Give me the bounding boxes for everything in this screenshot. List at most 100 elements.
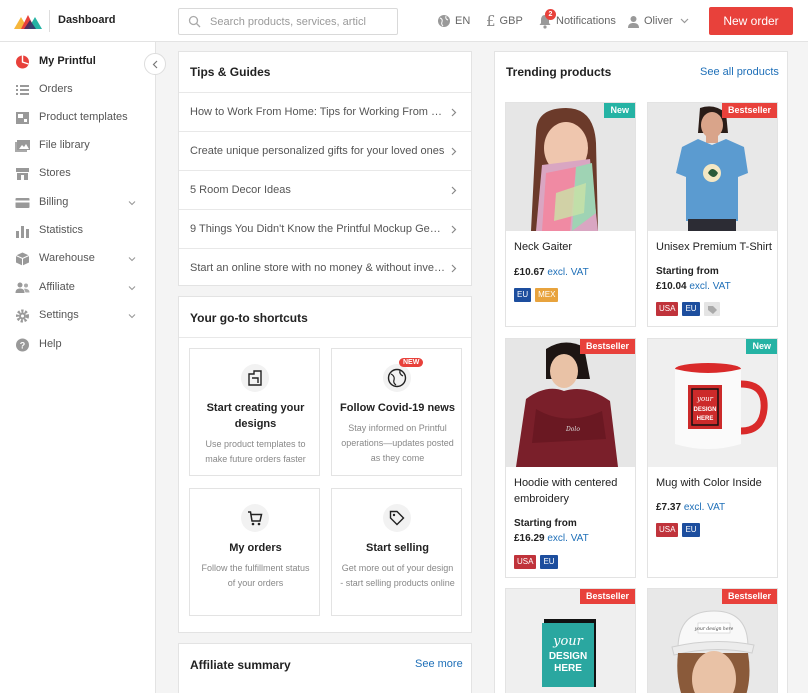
divider xyxy=(179,337,471,338)
region-chips: USA EU xyxy=(514,555,558,569)
tip-item-label: Start an online store with no money & wi… xyxy=(190,262,445,274)
tip-item[interactable]: 5 Room Decor Ideas xyxy=(179,170,471,209)
logo-divider xyxy=(49,10,50,32)
region-chip: EU xyxy=(514,288,532,302)
vat-label: excl. VAT xyxy=(547,533,589,544)
notifications-button[interactable]: 2 Notifications xyxy=(538,8,616,29)
sidebar-item-label: Stores xyxy=(39,167,71,179)
see-all-products-link[interactable]: See all products xyxy=(700,66,779,78)
top-bar: Dashboard EN £ GBP 2 Notifications xyxy=(0,0,808,42)
sidebar-item-label: Orders xyxy=(39,83,73,95)
chevron-down-icon xyxy=(128,201,136,206)
store-icon xyxy=(16,168,29,180)
sidebar-item-help[interactable]: ? Help xyxy=(0,331,155,359)
search-input[interactable] xyxy=(210,13,390,30)
sidebar-item-settings[interactable]: Settings xyxy=(0,302,155,330)
tip-item[interactable]: 9 Things You Didn't Know the Printful Mo… xyxy=(179,209,471,248)
chevron-down-icon xyxy=(128,257,136,262)
product-card[interactable]: Dolo Bestseller Hoodie with centered emb… xyxy=(505,338,636,578)
new-order-button[interactable]: New order xyxy=(709,7,793,35)
sidebar-item-label: Product templates xyxy=(39,111,128,123)
tag-icon xyxy=(703,302,720,316)
globe-icon xyxy=(438,15,450,27)
printful-logo-icon[interactable] xyxy=(14,13,42,29)
chevron-down-icon xyxy=(128,286,136,291)
trending-products-title: Trending products xyxy=(506,65,612,79)
shortcut-title: Start creating your designs xyxy=(206,402,305,430)
product-price: £16.29 excl. VAT xyxy=(514,533,589,544)
product-card[interactable]: your DESIGN HERE Bestseller xyxy=(505,588,636,693)
sidebar-item-stores[interactable]: Stores xyxy=(0,160,155,188)
product-name: Neck Gaiter xyxy=(514,241,573,253)
currency-selector[interactable]: £ GBP xyxy=(486,12,523,30)
tip-item[interactable]: Start an online store with no money & wi… xyxy=(179,248,471,287)
sidebar-item-billing[interactable]: Billing xyxy=(0,189,155,217)
product-image: Dolo Bestseller xyxy=(506,339,635,467)
svg-text:DESIGN: DESIGN xyxy=(693,407,716,413)
help-icon: ? xyxy=(16,338,29,352)
sidebar-item-label: Statistics xyxy=(39,224,84,236)
cart-icon xyxy=(241,504,269,532)
shortcut-start-selling[interactable]: Start selling Get more out of your desig… xyxy=(331,488,462,616)
chevron-right-icon xyxy=(451,147,457,156)
shortcuts-title: Your go-to shortcuts xyxy=(190,311,308,325)
tip-item-label: How to Work From Home: Tips for Working … xyxy=(190,106,445,118)
region-chip: USA xyxy=(656,302,679,316)
chevron-left-icon xyxy=(152,60,157,68)
sidebar-item-orders[interactable]: Orders xyxy=(0,76,155,104)
chevron-right-icon xyxy=(451,264,457,273)
globe-icon xyxy=(383,364,411,392)
shortcut-start-creating[interactable]: Start creating your designs Use product … xyxy=(189,348,320,476)
product-image: your DESIGN HERE Bestseller xyxy=(506,589,635,693)
chevron-right-icon xyxy=(451,186,457,195)
region-chips: EU MEX xyxy=(514,288,559,302)
user-menu[interactable]: Oliver xyxy=(627,13,689,29)
product-name: Hoodie with centered embroidery xyxy=(514,477,618,505)
region-chips: USA EU xyxy=(656,302,720,316)
tip-item[interactable]: Create unique personalized gifts for you… xyxy=(179,131,471,170)
shortcut-desc: Use product templates to make future ord… xyxy=(205,439,306,464)
product-image: your design here Bestseller xyxy=(648,589,777,693)
product-card[interactable]: Bestseller Unisex Premium T-Shirt Starti… xyxy=(647,102,778,327)
product-price: £10.67 excl. VAT xyxy=(514,267,589,278)
language-label: EN xyxy=(455,15,471,27)
notification-count-badge: 2 xyxy=(545,8,556,20)
affiliate-summary-card: Affiliate summary See more xyxy=(178,643,472,693)
sidebar-collapse-button[interactable] xyxy=(144,53,166,75)
product-card[interactable]: your design here Bestseller xyxy=(647,588,778,693)
svg-text:Dolo: Dolo xyxy=(565,426,580,433)
bar-chart-icon xyxy=(16,226,29,238)
svg-text:your: your xyxy=(696,395,714,403)
currency-label: GBP xyxy=(499,15,523,27)
new-tag: New xyxy=(746,339,777,354)
svg-text:DESIGN: DESIGN xyxy=(549,651,587,662)
region-chip: USA xyxy=(514,555,537,569)
shortcut-covid-news[interactable]: NEW Follow Covid-19 news Stay informed o… xyxy=(331,348,462,476)
shortcut-title: Start selling xyxy=(366,542,429,554)
page-title: Dashboard xyxy=(58,14,116,26)
bestseller-tag: Bestseller xyxy=(721,589,777,604)
chevron-right-icon xyxy=(451,225,457,234)
product-card[interactable]: New Neck Gaiter £10.67 excl. VAT EU MEX xyxy=(505,102,636,327)
sidebar-item-statistics[interactable]: Statistics xyxy=(0,217,155,245)
shortcut-my-orders[interactable]: My orders Follow the fulfillment status … xyxy=(189,488,320,616)
tip-item-label: 5 Room Decor Ideas xyxy=(190,184,291,196)
sidebar-item-product-templates[interactable]: Product templates xyxy=(0,104,155,132)
sidebar-item-affiliate[interactable]: Affiliate xyxy=(0,274,155,302)
product-name: Unisex Premium T-Shirt xyxy=(656,241,772,253)
product-card[interactable]: your DESIGN HERE New Mug with Color Insi… xyxy=(647,338,778,578)
tip-item[interactable]: How to Work From Home: Tips for Working … xyxy=(179,92,471,131)
language-selector[interactable]: EN xyxy=(437,13,470,29)
vat-label: excl. VAT xyxy=(683,502,726,513)
sidebar-item-warehouse[interactable]: Warehouse xyxy=(0,245,155,273)
see-more-link[interactable]: See more xyxy=(415,658,463,670)
search-box[interactable] xyxy=(178,8,398,35)
sidebar-item-label: My Printful xyxy=(39,55,96,67)
svg-text:?: ? xyxy=(20,341,26,351)
affiliate-summary-title: Affiliate summary xyxy=(190,658,291,672)
sidebar-item-label: Billing xyxy=(39,196,69,208)
sidebar-item-file-library[interactable]: File library xyxy=(0,132,155,160)
region-chips: USA EU xyxy=(656,523,700,537)
region-chip: EU xyxy=(682,302,700,316)
sidebar-item-my-printful[interactable]: My Printful xyxy=(0,48,155,76)
